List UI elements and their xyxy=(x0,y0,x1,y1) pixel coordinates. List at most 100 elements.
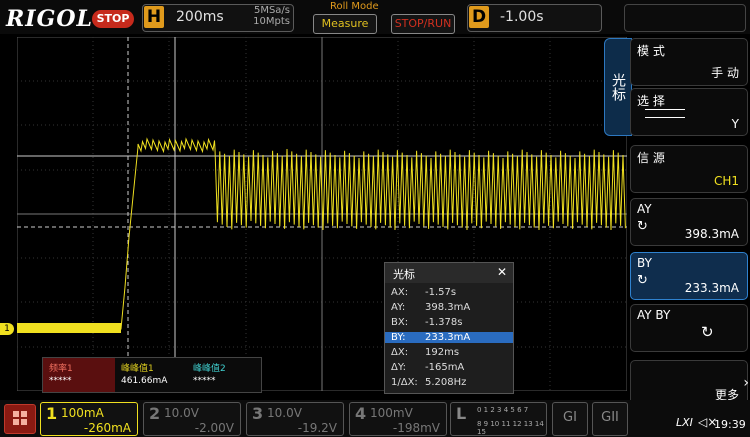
rotate-knob-icon: ↻ xyxy=(637,273,648,288)
menu-item-value: 233.3mA xyxy=(684,281,739,295)
measurement-value: ***** xyxy=(49,376,72,386)
cursor-readout-window[interactable]: 光标 ✕ AX: -1.57s AY: 398.3mA BX: -1.378s BY: 233… xyxy=(384,262,514,394)
chevron-right-icon: › xyxy=(743,375,749,391)
channel-scale: 10.0V xyxy=(164,406,199,420)
measurement-header: 峰峰值2 xyxy=(193,364,226,374)
channel-scale: 100mV xyxy=(370,406,413,420)
measurement-table[interactable]: 频率1 ***** 峰峰值1 461.66mA 峰峰值2 ***** xyxy=(42,357,262,393)
channel-number: 1 xyxy=(46,404,58,423)
stop-run-button[interactable]: STOP/RUN xyxy=(391,14,455,34)
cursor-menu-item[interactable]: 模 式手 动 xyxy=(630,38,748,86)
readout-key: ΔY: xyxy=(391,362,406,373)
decode-gii-button[interactable]: GII xyxy=(592,402,628,436)
channel-number: 2 xyxy=(149,404,161,423)
channel-offset: -260mA xyxy=(83,421,131,435)
readout-value: 5.208Hz xyxy=(425,377,467,388)
horizontal-label: H xyxy=(144,6,164,28)
close-icon[interactable]: ✕ xyxy=(497,265,507,279)
decode-gi-button[interactable]: GI xyxy=(552,402,588,436)
cursor-readout-title: 光标 xyxy=(393,268,415,281)
waveform-display[interactable] xyxy=(17,37,627,391)
timebase-value: 200ms xyxy=(176,9,224,25)
cursor-readout-row: 1/ΔX: 5.208Hz xyxy=(385,377,513,388)
cursor-readout-row: BX: -1.378s xyxy=(385,317,513,328)
menu-item-label: 模 式 xyxy=(637,44,665,58)
logic-bits-top: 0 1 2 3 4 5 6 7 xyxy=(477,406,529,414)
usb-icon: LXI xyxy=(676,416,693,429)
delay-value: -1.00s xyxy=(500,9,544,25)
trigger-status-box[interactable] xyxy=(624,4,746,32)
clock-display: 19:39 xyxy=(714,418,746,431)
channel-number: 3 xyxy=(252,404,264,423)
menu-item-value: 手 动 xyxy=(711,66,739,80)
measurement-header: 频率1 xyxy=(49,364,73,374)
grid-menu-icon xyxy=(13,411,27,425)
select-line-icon xyxy=(645,109,685,110)
readout-key: ΔX: xyxy=(391,347,409,358)
logic-analyzer-box[interactable]: L 0 1 2 3 4 5 6 7 8 9 10 11 12 13 14 15 xyxy=(450,402,547,436)
readout-value: -165mA xyxy=(425,362,465,373)
cursor-menu-item[interactable]: BY 233.3mA ↻ xyxy=(630,252,748,300)
main-menu-button[interactable] xyxy=(4,404,36,434)
brand-logo: RIGOL xyxy=(6,6,93,32)
rotate-knob-icon: ↻ xyxy=(701,323,714,341)
readout-value: -1.378s xyxy=(425,317,463,328)
sample-info: 5MSa/s 10Mpts xyxy=(250,5,290,27)
measurement-header: 峰峰值1 xyxy=(121,364,154,374)
menu-item-label: 选 择 xyxy=(637,94,665,108)
logic-label: L xyxy=(456,404,467,423)
cursor-readout-row: AX: -1.57s xyxy=(385,287,513,298)
channel-offset: -198mV xyxy=(392,421,440,435)
channel-number: 4 xyxy=(355,404,367,423)
channel-box-3[interactable]: 3 10.0V -19.2V xyxy=(246,402,344,436)
memory-depth: 10Mpts xyxy=(253,16,290,27)
channel-offset: -19.2V xyxy=(297,421,337,435)
cursor-menu-item[interactable]: AY BY ↻ xyxy=(630,304,748,352)
cursor-menu-item[interactable]: 选 择 Y xyxy=(630,88,748,136)
menu-item-label: 信 源 xyxy=(637,151,665,165)
readout-key: 1/ΔX: xyxy=(391,377,418,388)
cursor-menu-tab[interactable]: 光标 xyxy=(604,38,632,136)
channel-box-4[interactable]: 4 100mV -198mV xyxy=(349,402,447,436)
logic-bits-bottom: 8 9 10 11 12 13 14 15 xyxy=(477,420,544,436)
readout-key: AY: xyxy=(391,302,406,313)
channel-offset: -2.00V xyxy=(194,421,234,435)
baseline-segment xyxy=(17,323,121,333)
measurement-cell-vpp2[interactable]: 峰峰值2 ***** xyxy=(187,358,259,392)
measurement-cell-freq[interactable]: 频率1 ***** xyxy=(43,358,115,392)
roll-mode-label: Roll Mode xyxy=(330,1,379,12)
menu-item-label: BY xyxy=(637,256,652,270)
select-line-icon xyxy=(645,117,685,118)
cursor-menu-item[interactable]: AY 398.3mA ↻ xyxy=(630,198,748,246)
channel-scale: 10.0V xyxy=(267,406,302,420)
readout-key: BX: xyxy=(391,317,409,328)
menu-item-value: Y xyxy=(731,117,739,131)
readout-key: BY: xyxy=(391,332,406,343)
measurement-value: 461.66mA xyxy=(121,376,168,386)
cursor-readout-row: BY: 233.3mA xyxy=(385,332,513,343)
gi-label: GI xyxy=(563,410,577,425)
channel1-ground-marker[interactable]: 1 xyxy=(0,323,14,335)
cursor-readout-row: AY: 398.3mA xyxy=(385,302,513,313)
channel-box-2[interactable]: 2 10.0V -2.00V xyxy=(143,402,241,436)
cursor-readout-row: ΔX: 192ms xyxy=(385,347,513,358)
delay-label: D xyxy=(469,6,489,28)
gii-label: GII xyxy=(601,410,619,425)
measurement-value: ***** xyxy=(193,376,216,386)
channel-scale: 100mA xyxy=(61,406,104,420)
menu-item-label: AY BY xyxy=(637,308,671,322)
sample-rate: 5MSa/s xyxy=(253,5,290,16)
readout-value: -1.57s xyxy=(425,287,457,298)
measurement-cell-vpp1[interactable]: 峰峰值1 461.66mA xyxy=(115,358,187,392)
menu-item-label: AY xyxy=(637,202,652,216)
measure-button[interactable]: Measure xyxy=(313,14,377,34)
cursor-readout-row: ΔY: -165mA xyxy=(385,362,513,373)
run-status-badge[interactable]: STOP xyxy=(92,10,134,28)
readout-value: 192ms xyxy=(425,347,460,358)
cursor-menu-item[interactable]: 信 源 CH1 xyxy=(630,145,748,193)
menu-item-value: 398.3mA xyxy=(684,227,739,241)
readout-value: 398.3mA xyxy=(425,302,471,313)
menu-item-value: CH1 xyxy=(713,174,739,188)
channel-box-1[interactable]: 1 100mA -260mA xyxy=(40,402,138,436)
readout-value: 233.3mA xyxy=(425,332,471,343)
